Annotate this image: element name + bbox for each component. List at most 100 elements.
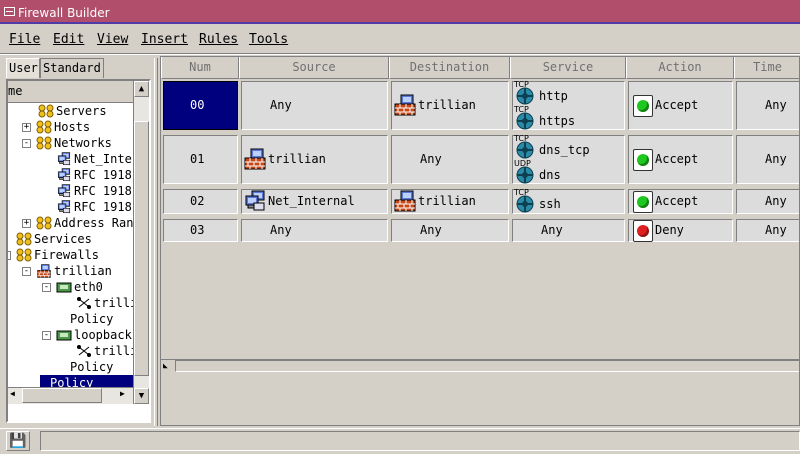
- menu-rules[interactable]: Rules: [199, 32, 238, 47]
- service-icon: TCP: [513, 80, 535, 105]
- rules-hscrollbar[interactable]: ◣: [161, 359, 799, 372]
- scroll-up-icon[interactable]: ▲: [134, 81, 149, 97]
- rule-time-cell[interactable]: Any: [736, 219, 799, 242]
- tree-node[interactable]: RFC 1918: [56, 183, 134, 199]
- tree-node[interactable]: RFC 1918: [56, 167, 134, 183]
- menu-tools[interactable]: Tools: [249, 32, 288, 47]
- tree-hscrollbar[interactable]: ◀ ▶: [8, 387, 134, 404]
- rule-source-cell[interactable]: trillian: [241, 135, 388, 184]
- scroll-left-icon[interactable]: ◣: [163, 361, 175, 372]
- column-header-num[interactable]: Num: [161, 57, 239, 79]
- rule-destination-cell[interactable]: Any: [391, 135, 509, 184]
- tree-node[interactable]: Policy: [60, 311, 134, 327]
- collapse-icon[interactable]: -: [42, 283, 51, 292]
- rule-source-cell[interactable]: Any: [241, 81, 388, 130]
- tree-node[interactable]: - eth0: [42, 279, 134, 295]
- cell-text: http: [539, 89, 568, 103]
- rule-action-cell[interactable]: Accept: [628, 81, 733, 130]
- rule-service-cell[interactable]: Any: [512, 219, 625, 242]
- tree-node[interactable]: - Firewalls: [8, 247, 134, 263]
- rules-hscroll-track[interactable]: [175, 360, 799, 372]
- rule-source-cell[interactable]: Net_Internal: [241, 189, 388, 214]
- rule-service-cell[interactable]: TCP ssh: [512, 188, 625, 214]
- tree-column-header[interactable]: me: [8, 81, 134, 103]
- rule-action-cell[interactable]: Deny: [628, 219, 733, 242]
- rule-action-cell[interactable]: Accept: [628, 189, 733, 214]
- rule-destination-cell[interactable]: trillian: [391, 189, 509, 214]
- column-header-time[interactable]: Time: [734, 57, 799, 79]
- firewall-icon: [394, 94, 416, 116]
- panel-splitter[interactable]: [154, 58, 158, 426]
- tree-vscroll-thumb[interactable]: [134, 121, 149, 376]
- scroll-right-icon[interactable]: ▶: [120, 389, 125, 398]
- tree-node-label: Services: [34, 232, 92, 246]
- firewall-icon: [394, 190, 416, 212]
- expand-icon[interactable]: +: [22, 219, 31, 228]
- cell-text: 01: [190, 152, 205, 166]
- menu-edit[interactable]: Edit: [53, 32, 84, 47]
- tree-node-label: Networks: [54, 136, 112, 150]
- tree-node-label: trilli: [94, 296, 134, 310]
- column-header-destination[interactable]: Destination: [389, 57, 510, 79]
- tree-node[interactable]: - Networks: [22, 135, 134, 151]
- rule-num-cell[interactable]: 02: [163, 189, 238, 214]
- collapse-icon[interactable]: -: [8, 251, 11, 260]
- rule-source-cell[interactable]: Any: [241, 219, 388, 242]
- cell-text: dns_tcp: [539, 143, 590, 157]
- menu-insert[interactable]: Insert: [141, 32, 188, 47]
- group-icon: [16, 232, 32, 246]
- tree-vscrollbar[interactable]: ▲ ▼: [133, 81, 149, 404]
- cell-text: Net_Internal: [268, 194, 355, 208]
- tree-node[interactable]: - trillian: [22, 263, 134, 279]
- tree-node[interactable]: Net_Inter: [56, 151, 134, 167]
- rule-num-cell[interactable]: 01: [163, 135, 238, 184]
- group-icon: [38, 104, 54, 118]
- collapse-icon[interactable]: -: [42, 331, 51, 340]
- cell-text: Any: [765, 152, 787, 166]
- tree-node[interactable]: Services: [16, 231, 134, 247]
- rule-num-cell[interactable]: 03: [163, 219, 238, 242]
- rule-action-cell[interactable]: Accept: [628, 135, 733, 184]
- tab-standard[interactable]: Standard: [40, 58, 104, 78]
- tree-node[interactable]: RFC 1918: [56, 199, 134, 215]
- collapse-icon[interactable]: -: [22, 267, 31, 276]
- service-icon: TCP: [513, 188, 535, 213]
- menu-view[interactable]: View: [97, 32, 128, 47]
- rule-destination-cell[interactable]: Any: [391, 219, 509, 242]
- tree-hscroll-thumb[interactable]: [22, 388, 102, 403]
- accept-icon: [633, 95, 653, 117]
- service-icon: TCP: [513, 105, 535, 130]
- tree-node[interactable]: trilli: [76, 295, 134, 311]
- tree-node[interactable]: + Hosts: [22, 119, 134, 135]
- scroll-left-icon[interactable]: ◀: [10, 389, 15, 398]
- tree-node[interactable]: - loopback: [42, 327, 134, 343]
- tree-node[interactable]: Servers: [38, 103, 134, 119]
- column-header-action[interactable]: Action: [626, 57, 734, 79]
- cell-text: Deny: [655, 223, 684, 237]
- rule-time-cell[interactable]: Any: [736, 81, 799, 130]
- rule-time-cell[interactable]: Any: [736, 189, 799, 214]
- window-menu-icon[interactable]: [4, 7, 15, 16]
- column-header-source[interactable]: Source: [239, 57, 389, 79]
- rule-service-cell[interactable]: TCP dns_tcp UDP dns: [512, 134, 625, 184]
- cell-text: Any: [765, 223, 787, 237]
- cell-text: Any: [270, 98, 292, 112]
- scroll-down-icon[interactable]: ▼: [134, 388, 149, 404]
- svg-text:TCP: TCP: [513, 188, 529, 197]
- tree-node[interactable]: Policy: [60, 359, 134, 375]
- rule-service-cell[interactable]: TCP http TCP https: [512, 80, 625, 130]
- expand-icon[interactable]: +: [22, 123, 31, 132]
- collapse-icon[interactable]: -: [22, 139, 31, 148]
- column-header-service[interactable]: Service: [510, 57, 626, 79]
- rule-num-cell[interactable]: 00: [163, 81, 238, 130]
- svg-text:TCP: TCP: [513, 80, 529, 89]
- rule-destination-cell[interactable]: trillian: [391, 81, 509, 130]
- tree-node[interactable]: + Address Rang: [22, 215, 134, 231]
- tree-node-label: Hosts: [54, 120, 91, 134]
- tree-node[interactable]: trilli: [76, 343, 134, 359]
- tab-user[interactable]: User: [6, 58, 40, 78]
- tree-node-label: Firewalls: [34, 248, 100, 262]
- rule-time-cell[interactable]: Any: [736, 135, 799, 184]
- save-icon[interactable]: 💾: [6, 431, 30, 451]
- menu-file[interactable]: File: [9, 32, 40, 47]
